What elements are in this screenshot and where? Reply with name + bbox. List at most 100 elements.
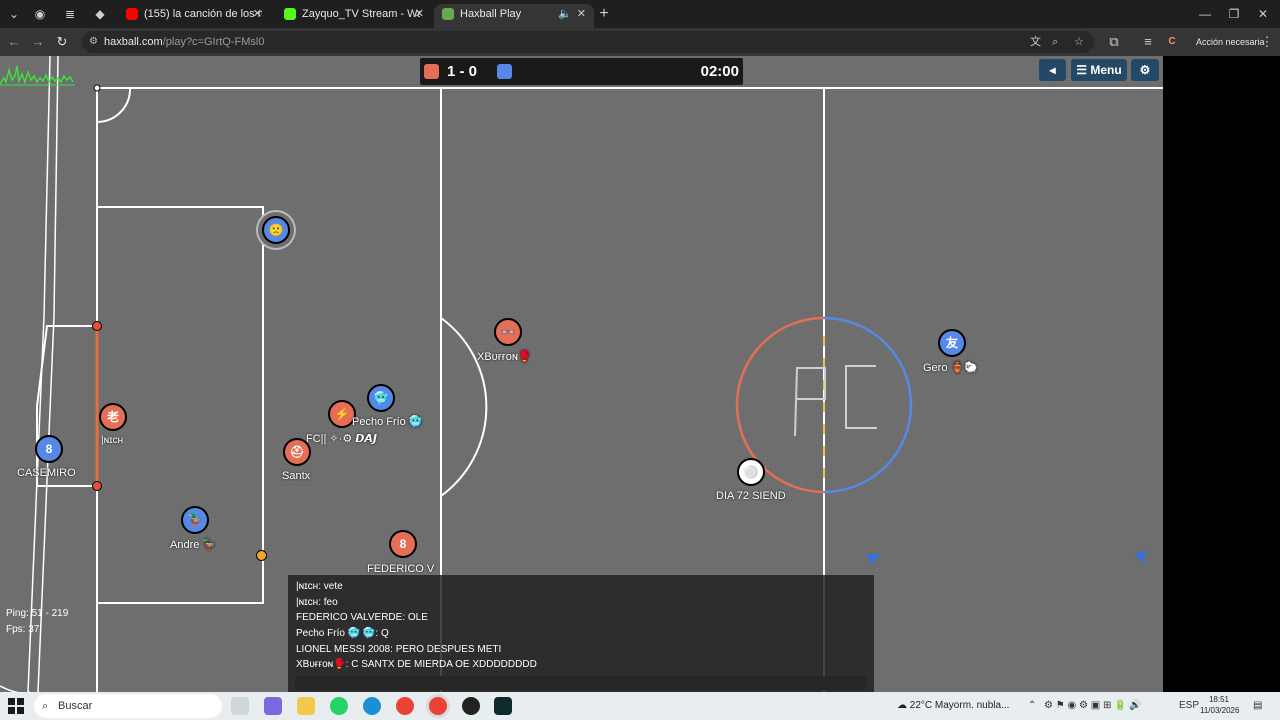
cloud-icon: ☁ <box>897 700 907 711</box>
minimize-button[interactable]: — <box>1190 4 1220 24</box>
tray-icons[interactable]: ⚙ ⚑ ◉ ⚙ ▣ ⊞ 🔋 🔊 <box>1044 692 1142 720</box>
player-avatar: 8 <box>389 530 417 558</box>
copilot-icon[interactable] <box>264 697 282 715</box>
audio-icon[interactable]: 🔈 <box>558 4 572 24</box>
tray-chevron-icon[interactable]: ⌃ <box>1028 692 1036 720</box>
chat-text: feo <box>323 597 338 608</box>
url-host: haxball.com <box>104 36 163 48</box>
url-field[interactable]: ⚙ haxball.com/play?c=GIrtQ-FMsl0 文 ⌕ ☆ <box>82 31 1094 53</box>
close-window-button[interactable]: ✕ <box>1248 4 1278 24</box>
maximize-button[interactable]: ❐ <box>1219 4 1249 24</box>
blue-team-square <box>497 64 512 79</box>
menu-label: Menu <box>1090 63 1122 77</box>
player-avatar: 🥶 <box>367 384 395 412</box>
media-control-icon[interactable]: ≡ <box>1138 32 1158 52</box>
clock[interactable]: 18:51 11/03/2026 <box>1200 694 1240 716</box>
action-needed-button[interactable]: Acción necesaria <box>1196 32 1265 52</box>
player-name: Pecho Frío 🥶 <box>352 416 423 428</box>
close-tab-icon[interactable]: ✕ <box>577 4 586 24</box>
pinned-tab-1-icon[interactable]: ◉ <box>30 4 50 24</box>
match-timer: 02:00 <box>700 63 739 80</box>
player-name: Andre 🦆 <box>170 539 217 551</box>
player-name: DIA 72 SIEND <box>716 490 786 502</box>
tab-kick-stream[interactable]: Zayquo_TV Stream - Watch Liv ✕ <box>276 4 432 28</box>
chat-message: Pecho Frío 🥶 🥶: Q <box>296 628 389 639</box>
haxball-icon <box>442 8 454 21</box>
notifications-icon[interactable]: ▤ <box>1253 692 1262 720</box>
player-avatar: 👓 <box>494 318 522 346</box>
chat-author: FEDERICO VALVERDE <box>296 612 403 623</box>
game-ball <box>256 550 267 561</box>
scoreboard: 1 - 0 02:00 <box>420 58 743 85</box>
search-icon: ⌕ <box>42 700 49 712</box>
red-team-square <box>424 64 439 79</box>
ping-readout: Ping: 51 - 219 <box>6 608 69 619</box>
tab-haxball[interactable]: Haxball Play 🔈 ✕ <box>434 4 594 28</box>
browser-tab-bar: ⌄ ◉ ≣ ◆ (155) la canción de los mer ✕ Za… <box>0 0 1280 28</box>
youtube-icon <box>126 8 138 21</box>
chat-message: LIONEL MESSI 2008: PERO DESPUES METI <box>296 644 502 655</box>
close-tab-icon[interactable]: ✕ <box>253 4 262 24</box>
windows-start-icon[interactable] <box>8 698 24 714</box>
address-bar-row: ← → ↻ ⚙ haxball.com/play?c=GIrtQ-FMsl0 文… <box>0 28 1280 56</box>
chrome-icon[interactable] <box>396 697 414 715</box>
language-indicator[interactable]: ESP <box>1179 692 1199 720</box>
game-field[interactable]: 1 - 0 02:00 ◂ ☰ Menu ⚙ 🙁 👓 XBᴜғғᴏɴ🥊 友 Ge… <box>0 56 1163 692</box>
player-avatar: ⛑ <box>283 438 311 466</box>
player-avatar: 🦆 <box>181 506 209 534</box>
bookmark-star-icon[interactable]: ☆ <box>1074 31 1084 53</box>
reload-button[interactable]: ↻ <box>52 32 72 52</box>
forward-button[interactable]: → <box>28 32 48 52</box>
menu-icon: ☰ <box>1076 63 1088 77</box>
back-button[interactable]: ← <box>4 32 24 52</box>
whatsapp-icon[interactable] <box>330 697 348 715</box>
new-tab-button[interactable]: + <box>594 4 614 24</box>
translate-icon[interactable]: 文 <box>1030 31 1041 53</box>
file-explorer-icon[interactable] <box>297 697 315 715</box>
close-tab-icon[interactable]: ✕ <box>415 4 424 24</box>
chat-author: LIONEL MESSI 2008 <box>296 644 391 655</box>
sound-icon[interactable]: ◂ <box>1039 59 1066 81</box>
pinned-tab-3-icon[interactable]: ◆ <box>90 4 110 24</box>
player-avatar: 老 <box>99 403 127 431</box>
extensions-icon[interactable]: ⧉ <box>1104 32 1124 52</box>
score-text: 1 - 0 <box>447 63 478 80</box>
pinned-tab-2-icon[interactable]: ≣ <box>60 4 80 24</box>
settings-gear-icon[interactable]: ⚙ <box>1131 59 1159 81</box>
site-info-icon[interactable]: ⚙ <box>89 31 98 53</box>
chat-text: OLE <box>407 612 428 623</box>
clock-date: 11/03/2026 <box>1200 706 1240 715</box>
task-view-icon[interactable] <box>231 697 249 715</box>
tab-youtube-title: (155) la canción de los mer <box>144 8 262 21</box>
edge-icon[interactable] <box>363 697 381 715</box>
player-avatar: 友 <box>938 329 966 357</box>
weather-widget[interactable]: ☁ 22°C Mayorm. nubla... <box>897 692 1009 720</box>
app-icon[interactable] <box>462 697 480 715</box>
tab-list-icon[interactable]: ⌄ <box>4 4 24 24</box>
browser-menu-icon[interactable]: ⋮ <box>1257 32 1277 52</box>
weather-temp: 22°C <box>909 700 933 711</box>
tab-youtube[interactable]: (155) la canción de los mer ✕ <box>118 4 270 28</box>
fps-graph <box>0 65 75 86</box>
taskbar-search[interactable]: ⌕ Buscar <box>34 694 222 718</box>
menu-button[interactable]: ☰ Menu <box>1071 59 1127 81</box>
fps-readout: Fps: 37 <box>6 624 40 635</box>
chrome-active-icon[interactable] <box>429 697 447 715</box>
chat-author: |ɴɪᴄʜ <box>296 581 319 592</box>
chat-author: XBᴜғғᴏɴ🥊 <box>296 659 346 670</box>
weather-desc: Mayorm. nubla... <box>934 700 1010 711</box>
player-name: FEDERICO V <box>367 563 435 575</box>
terminal-icon[interactable] <box>494 697 512 715</box>
chat-message: |ɴɪᴄʜ: vete <box>296 581 343 592</box>
player-name: |ɴɪᴄʜ <box>101 435 124 446</box>
tab-kick-title: Zayquo_TV Stream - Watch Liv <box>302 8 420 21</box>
player-name: CASEMIRO <box>17 467 76 479</box>
zoom-icon[interactable]: ⌕ <box>1052 31 1058 53</box>
clock-time: 18:51 <box>1208 695 1230 704</box>
windows-taskbar: ⌕ Buscar ☁ 22°C Mayorm. nubla... ⌃ ⚙ ⚑ ◉… <box>0 692 1280 720</box>
player-avatar: ⚪ <box>737 458 765 486</box>
player-name: Santx <box>282 470 311 482</box>
chat-text: Q <box>380 628 389 639</box>
chat-input[interactable] <box>295 676 866 690</box>
profile-avatar[interactable]: C <box>1162 32 1182 52</box>
